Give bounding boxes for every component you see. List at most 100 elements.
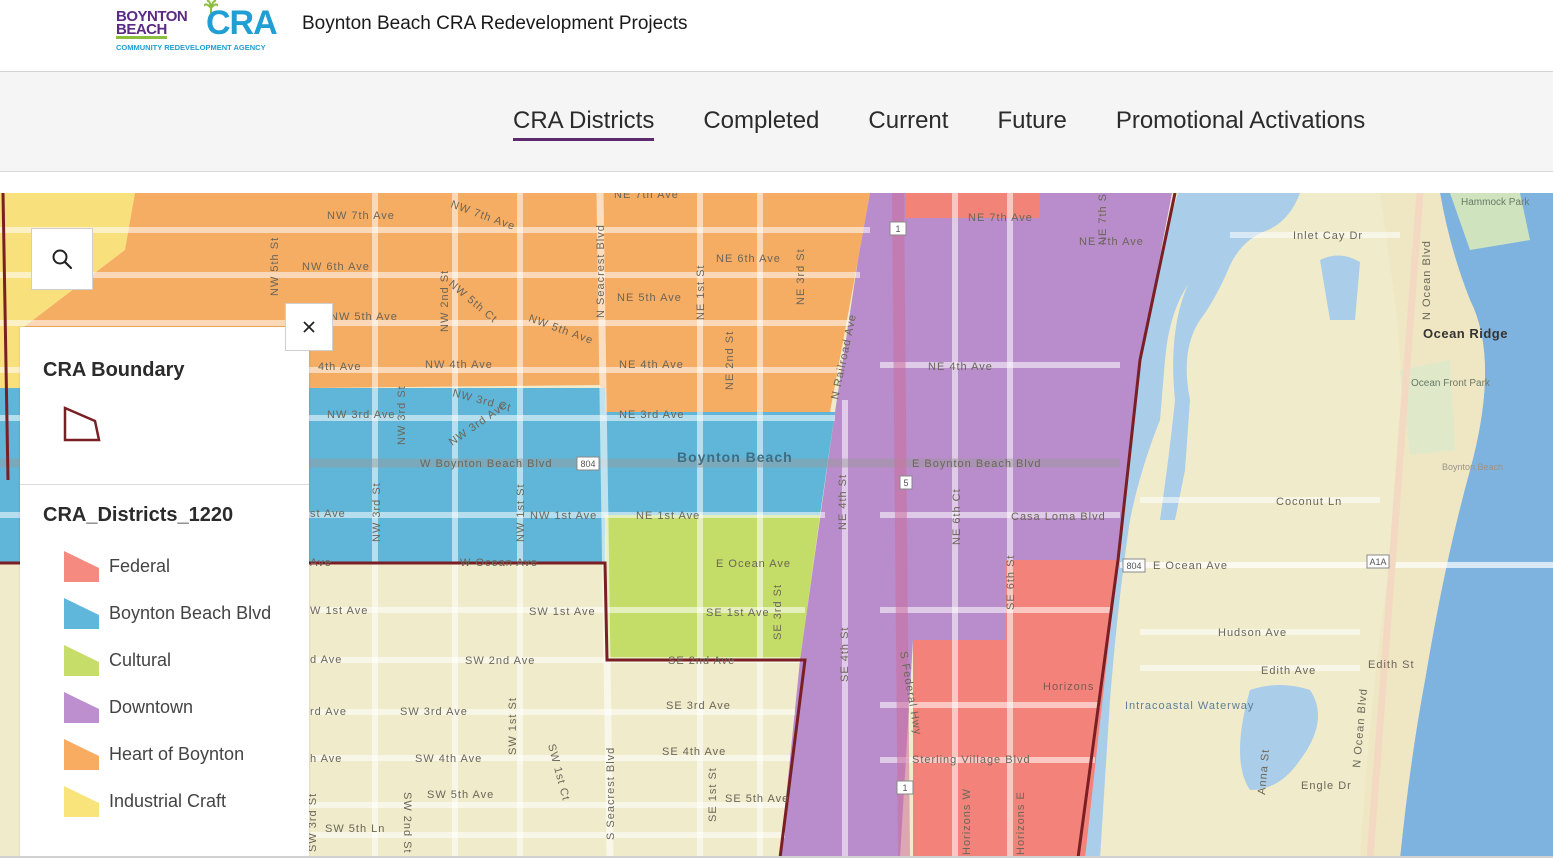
street-label: SE 1st St [707,767,719,822]
svg-text:A1A: A1A [1369,557,1386,567]
legend-item: Cultural [64,643,171,677]
street-label: SW 4th Ave [415,753,482,765]
street-label: E Ocean Ave [716,558,791,570]
route-shield-5: 5 [899,475,913,490]
district-tabs: CRA Districts Completed Current Future Promo… [513,107,1414,141]
street-label: SW 5th Ave [427,789,494,801]
street-label: SW 1st St [507,697,519,755]
street-label: SE 4th St [839,627,851,682]
nav-band: ■ CRA Districts Completed Current Future Pro… [0,72,1553,172]
horizons-label: Horizons [1043,681,1094,693]
street-label: SE 3rd Ave [666,700,731,712]
route-shield-1-north: 1 [889,221,907,236]
street-label: N Seacrest Blvd [595,224,607,318]
street-label: st Ave [310,508,346,520]
street-label: SE 6th St [1005,555,1017,610]
street-label: NW 3rd St [396,385,408,445]
street-label: NE 7th St [1097,193,1109,245]
legend-boundary-title: CRA Boundary [43,359,185,381]
route-shield-1-south: 1 [896,780,914,795]
legend-item: Heart of Boynton [64,737,244,771]
street-label: NE 2nd St [724,331,736,390]
legend-swatch [64,691,99,723]
svg-text:1: 1 [902,783,907,793]
cra-logo[interactable]: BOYNTON BEACH CRA COMMUNITY REDEVELOPMEN… [116,0,281,56]
district-cultural [605,515,820,660]
street-label: NW 6th Ave [302,261,370,273]
close-icon [303,321,315,333]
street-label: 4th Ave [318,361,362,373]
legend-panel: CRA Boundary CRA_Districts_1220 Federal B… [20,327,309,858]
city-label: Boynton Beach [677,449,793,465]
street-label: NE 7th Ave [614,193,679,201]
ocean-front-park-label: Ocean Front Park [1411,378,1491,389]
search-icon [52,249,73,270]
street-label: Edith Ave [1261,665,1316,677]
street-label: E Ocean Ave [1153,560,1228,572]
close-legend-button[interactable] [285,303,333,351]
street-label: NE 6th Ct [951,488,963,545]
route-shield-804: 804 [576,456,600,471]
street-label: NE 3rd St [795,248,807,305]
tab-promotional-activations[interactable]: Promotional Activations [1116,107,1365,141]
legend-swatch [64,597,99,629]
route-shield-a1a: A1A [1366,554,1390,569]
street-label: SW 1st Ave [529,606,596,618]
street-label: SW 2nd St [401,792,413,854]
scrolled-page-title: ■ [336,72,896,76]
street-label: NW 1st Ave [530,510,597,522]
legend-item: Downtown [64,690,193,724]
street-label: Hudson Ave [1218,627,1287,639]
legend-swatch [64,644,99,676]
tab-future[interactable]: Future [997,107,1066,141]
street-label: Inlet Cay Dr [1293,230,1363,242]
street-label: NE 4th St [837,474,849,530]
map-search-button[interactable] [31,228,93,290]
street-label: NW 2nd St [439,270,451,332]
svg-text:804: 804 [580,459,595,469]
street-label: SE 2nd Ave [668,655,735,667]
logo-wordmark: BOYNTON BEACH [116,9,188,39]
street-label: NE 6th Ave [716,253,781,265]
street-label: NW 7th Ave [327,210,395,222]
street-label: W 1st Ave [310,605,368,617]
cra-boundary-symbol [63,406,101,442]
svg-text:804: 804 [1126,561,1141,571]
tab-completed[interactable]: Completed [703,107,819,141]
street-label: NE 1st Ave [636,510,700,522]
street-label: SE 5th Ave [725,793,789,805]
legend-swatch [64,738,99,770]
app-header: BOYNTON BEACH CRA COMMUNITY REDEVELOPMEN… [0,0,1553,72]
street-label: Horizons E [1015,791,1027,855]
app-title: Boynton Beach CRA Redevelopment Projects [302,13,688,34]
street-label: h Ave [310,753,342,765]
street-label: NE 4th Ave [928,361,993,373]
street-label: Edith St [1368,659,1415,671]
svg-text:5: 5 [903,478,908,488]
legend-divider [20,484,309,485]
street-label: Engle Dr [1301,780,1352,792]
street-label: NW 1st St [515,483,527,542]
street-label: Casa Loma Blvd [1011,511,1106,523]
street-label: NW 3rd St [371,482,383,542]
street-label: W Boynton Beach Blvd [420,458,553,470]
legend-item: Federal [64,549,170,583]
street-label: Horizons W [961,788,973,855]
hammock-park-label: Hammock Park [1461,197,1530,208]
legend-item: Boynton Beach Blvd [64,596,271,630]
legend-label: Cultural [109,649,172,670]
legend-label: Downtown [109,696,194,717]
street-label: SW 5th Ln [325,823,385,835]
street-label: NE 7th Ave [968,212,1033,224]
tab-cra-districts[interactable]: CRA Districts [513,107,655,141]
legend-label: Boynton Beach Blvd [109,602,272,623]
boynton-beach-small-label: Boynton Beach [1442,462,1503,472]
legend-label: Industrial Craft [109,790,227,811]
legend-label: Federal [109,555,171,576]
street-label: rd Ave [310,706,347,718]
tab-current[interactable]: Current [868,107,948,141]
logo-cra: CRA [206,4,278,42]
street-label: N Ocean Blvd [1421,240,1433,320]
legend-label: Heart of Boynton [109,743,245,764]
street-label: Sterling Village Blvd [912,754,1031,766]
